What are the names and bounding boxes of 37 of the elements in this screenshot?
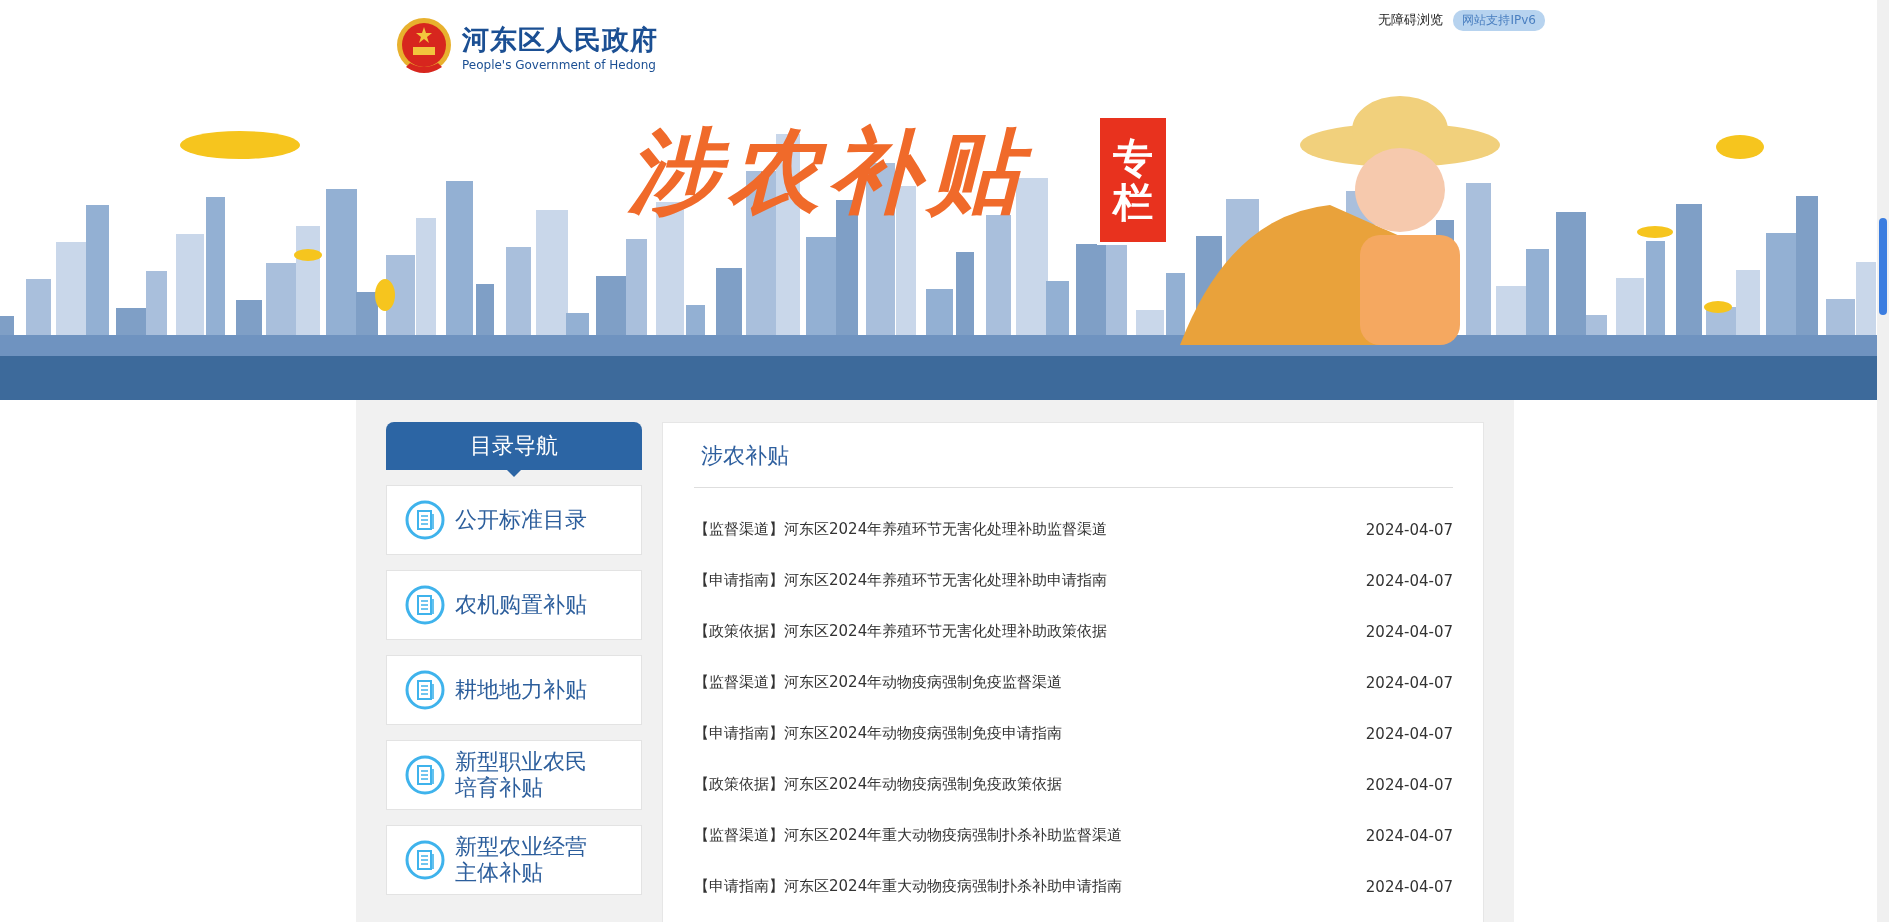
article-link[interactable]: 【监督渠道】河东区2024年动物疫病强制免疫监督渠道 bbox=[694, 673, 1063, 692]
article-link[interactable]: 【政策依据】河东区2024年养殖环节无害化处理补助政策依据 bbox=[694, 622, 1108, 641]
article-link[interactable]: 【申请指南】河东区2024年动物疫病强制免疫申请指南 bbox=[694, 724, 1063, 743]
sidebar-heading: 目录导航 bbox=[386, 422, 642, 470]
article-date: 2024-04-07 bbox=[1365, 571, 1453, 590]
article-date: 2024-04-07 bbox=[1365, 877, 1453, 896]
sidebar-item[interactable]: 耕地地力补贴 bbox=[386, 655, 642, 725]
article-date: 2024-04-07 bbox=[1365, 826, 1453, 845]
article-link[interactable]: 【申请指南】河东区2024年重大动物疫病强制扑杀补助申请指南 bbox=[694, 877, 1123, 896]
scrollbar-thumb[interactable] bbox=[1879, 218, 1887, 315]
sidebar-item[interactable]: 公开标准目录 bbox=[386, 485, 642, 555]
document-icon bbox=[405, 840, 445, 880]
site-subtitle: People's Government of Hedong bbox=[462, 57, 657, 73]
article-link[interactable]: 【申请指南】河东区2024年养殖环节无害化处理补助申请指南 bbox=[694, 571, 1108, 590]
sidebar-item[interactable]: 新型农业经营主体补贴 bbox=[386, 825, 642, 895]
article-link[interactable]: 【监督渠道】河东区2024年养殖环节无害化处理补助监督渠道 bbox=[694, 520, 1108, 539]
article-date: 2024-04-07 bbox=[1365, 520, 1453, 539]
article-link[interactable]: 【政策依据】河东区2024年动物疫病强制免疫政策依据 bbox=[694, 775, 1063, 794]
document-icon bbox=[405, 670, 445, 710]
pointer-icon bbox=[507, 470, 521, 477]
article-link[interactable]: 【监督渠道】河东区2024年重大动物疫病强制扑杀补助监督渠道 bbox=[694, 826, 1123, 845]
accessibility-link[interactable]: 无障碍浏览 bbox=[1378, 11, 1444, 29]
document-icon bbox=[405, 755, 445, 795]
sidebar-item[interactable]: 农机购置补贴 bbox=[386, 570, 642, 640]
section-title: 涉农补贴 bbox=[700, 442, 790, 470]
document-icon bbox=[405, 500, 445, 540]
column-badge: 专栏 bbox=[1097, 115, 1169, 245]
article-date: 2024-04-07 bbox=[1365, 724, 1453, 743]
banner-title: 涉农补贴 bbox=[618, 107, 1058, 237]
document-icon bbox=[405, 585, 445, 625]
scrollbar[interactable] bbox=[1877, 0, 1889, 922]
ipv6-badge: 网站支持IPv6 bbox=[1453, 9, 1545, 31]
article-date: 2024-04-07 bbox=[1365, 622, 1453, 641]
site-title: 河东区人民政府 bbox=[462, 23, 658, 57]
sidebar-item[interactable]: 新型职业农民培育补贴 bbox=[386, 740, 642, 810]
article-date: 2024-04-07 bbox=[1365, 775, 1453, 794]
article-date: 2024-04-07 bbox=[1365, 673, 1453, 692]
